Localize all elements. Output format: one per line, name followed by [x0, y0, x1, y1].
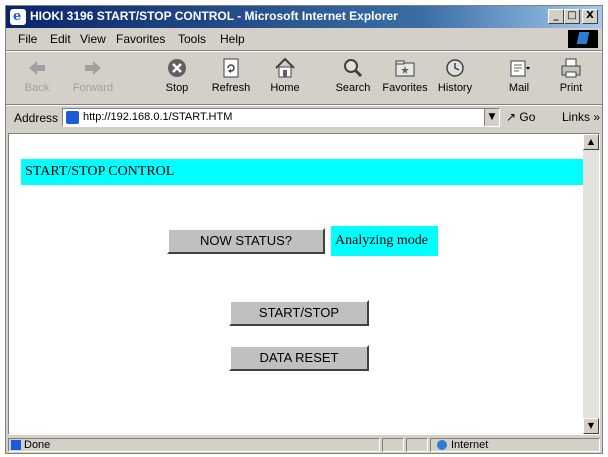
menu-edit[interactable]: Edit	[50, 32, 71, 46]
home-icon	[273, 56, 297, 80]
toolbar: Back Forward Stop Refresh Home Search Fa…	[6, 52, 602, 104]
history-icon	[443, 56, 467, 80]
address-input[interactable]: http://192.168.0.1/START.HTM ▼	[62, 108, 500, 127]
mail-button[interactable]: Mail	[494, 56, 544, 100]
menu-favorites[interactable]: Favorites	[116, 32, 165, 46]
data-reset-button[interactable]: DATA RESET	[229, 345, 369, 371]
start-stop-button[interactable]: START/STOP	[229, 300, 369, 326]
windows-logo-icon	[568, 30, 598, 48]
page-done-icon	[11, 440, 21, 450]
refresh-button[interactable]: Refresh	[206, 56, 256, 100]
favorites-folder-icon	[393, 56, 417, 80]
printer-icon	[559, 56, 583, 80]
window-title: HIOKI 3196 START/STOP CONTROL - Microsof…	[30, 9, 398, 23]
forward-arrow-icon	[81, 56, 105, 80]
go-button[interactable]: ↗ Go	[506, 110, 535, 124]
print-button[interactable]: Print	[546, 56, 596, 100]
minimize-button[interactable]: _	[548, 9, 564, 24]
page-icon	[66, 111, 79, 124]
stop-icon	[165, 56, 189, 80]
stop-button[interactable]: Stop	[152, 56, 202, 100]
menu-tools[interactable]: Tools	[178, 32, 206, 46]
refresh-icon	[219, 56, 243, 80]
now-status-button[interactable]: NOW STATUS?	[167, 228, 325, 254]
chevron-down-icon[interactable]: ▼	[484, 109, 499, 126]
chevron-right-icon: »	[593, 110, 601, 124]
scroll-up-icon[interactable]: ▲	[583, 134, 599, 150]
page-title: START/STOP CONTROL	[25, 164, 175, 179]
forward-button[interactable]: Forward	[68, 56, 118, 100]
maximize-button[interactable]: □	[564, 9, 580, 24]
search-icon	[341, 56, 365, 80]
favorites-button[interactable]: Favorites	[380, 56, 430, 100]
search-button[interactable]: Search	[328, 56, 378, 100]
zone-pane: Internet	[430, 438, 600, 452]
status-bar: Done Internet	[6, 437, 602, 453]
title-bar[interactable]: e HIOKI 3196 START/STOP CONTROL - Micros…	[6, 6, 602, 28]
close-button[interactable]: X	[582, 9, 598, 24]
menu-view[interactable]: View	[80, 32, 106, 46]
history-button[interactable]: History	[430, 56, 480, 100]
page-header: START/STOP CONTROL	[21, 159, 583, 185]
globe-icon	[437, 440, 447, 450]
menu-file[interactable]: File	[18, 32, 37, 46]
home-button[interactable]: Home	[260, 56, 310, 100]
address-bar: Address http://192.168.0.1/START.HTM ▼ ↗…	[6, 106, 602, 130]
status-pane	[406, 438, 428, 452]
menu-help[interactable]: Help	[220, 32, 245, 46]
mail-icon	[507, 56, 531, 80]
back-arrow-icon	[25, 56, 49, 80]
menu-bar: File Edit View Favorites Tools Help	[6, 29, 602, 49]
ie-logo-icon: e	[10, 9, 26, 25]
page-content: START/STOP CONTROL NOW STATUS? Analyzing…	[8, 133, 600, 435]
go-arrow-icon: ↗	[506, 110, 517, 124]
address-label: Address	[14, 111, 59, 125]
back-button[interactable]: Back	[12, 56, 62, 100]
vertical-scrollbar[interactable]: ▲ ▼	[583, 134, 599, 434]
links-button[interactable]: Links »	[562, 110, 600, 124]
scroll-down-icon[interactable]: ▼	[583, 418, 599, 434]
browser-window: e HIOKI 3196 START/STOP CONTROL - Micros…	[5, 5, 603, 454]
status-text-pane: Done	[8, 438, 380, 452]
address-url: http://192.168.0.1/START.HTM	[83, 111, 233, 123]
status-pane	[382, 438, 404, 452]
status-value: Analyzing mode	[331, 226, 438, 256]
